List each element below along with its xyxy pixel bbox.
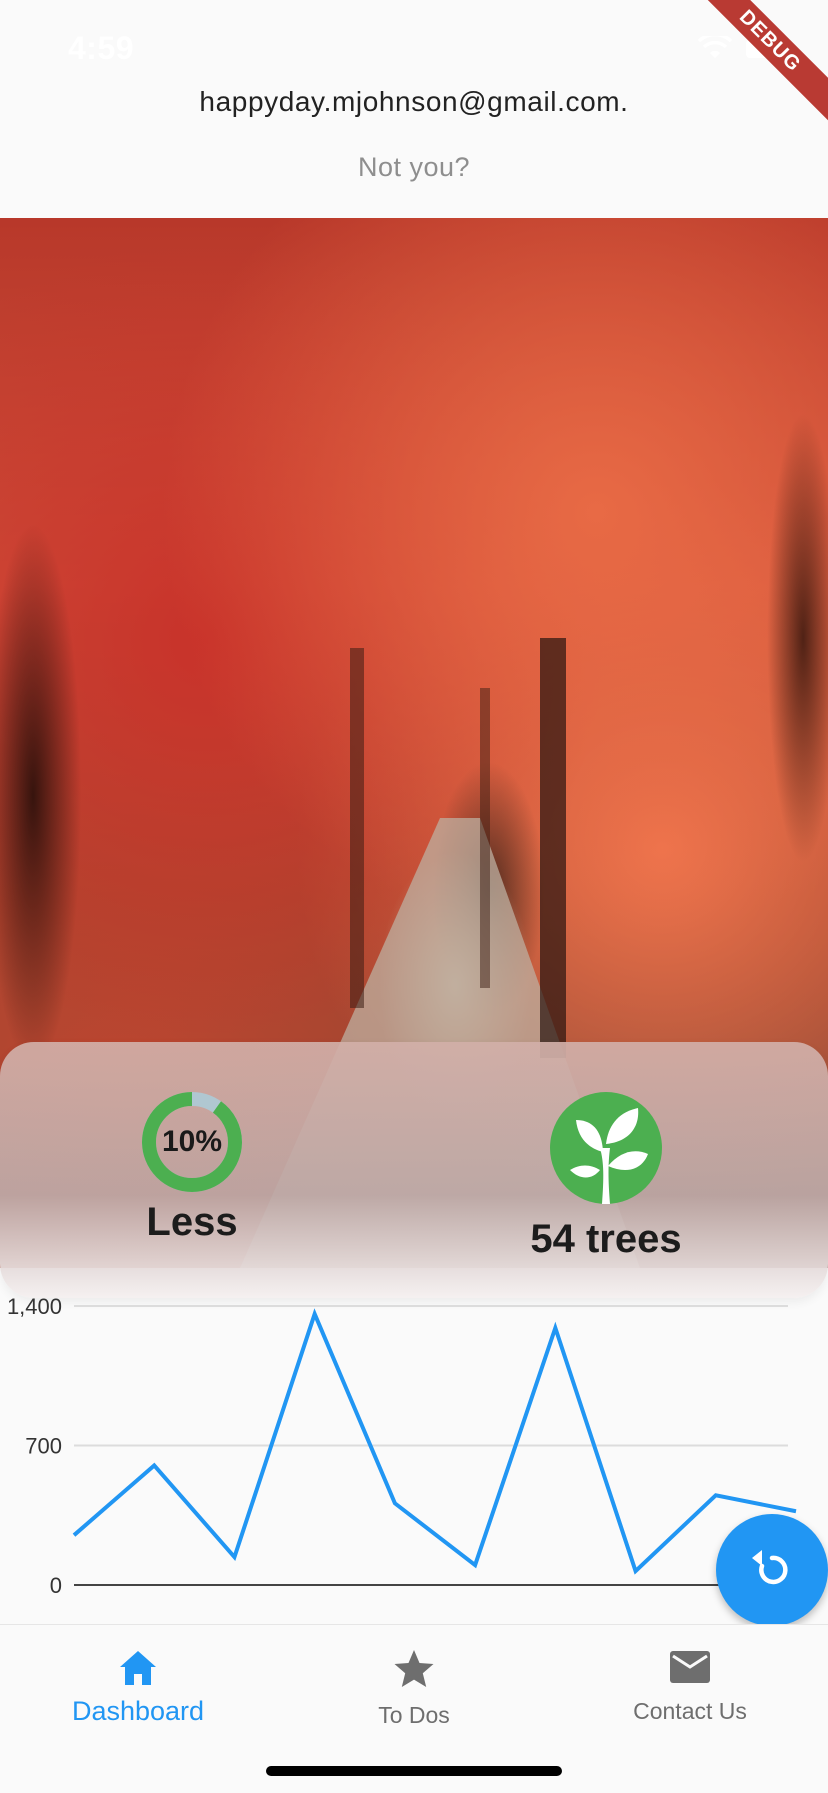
- not-you-link[interactable]: Not you?: [0, 152, 828, 183]
- refresh-icon: [748, 1546, 796, 1594]
- refresh-button[interactable]: [716, 1514, 828, 1626]
- nav-item-dashboard[interactable]: Dashboard: [0, 1649, 276, 1727]
- home-indicator: [266, 1766, 562, 1776]
- nav-item-todos[interactable]: To Dos: [276, 1649, 552, 1729]
- nav-label-contact-us: Contact Us: [552, 1698, 828, 1725]
- reduction-stat: 10% Less: [42, 1090, 342, 1245]
- trees-caption: 54 trees: [456, 1217, 756, 1262]
- y-tick-label: 1,400: [7, 1294, 62, 1319]
- wifi-icon: [698, 36, 732, 60]
- tree-icon: [548, 1090, 664, 1206]
- account-email: happyday.mjohnson@gmail.com.: [0, 86, 828, 118]
- status-time: 4:59: [68, 30, 134, 67]
- mail-icon: [669, 1649, 711, 1685]
- progress-ring: 10%: [140, 1090, 244, 1194]
- percent-caption: Less: [42, 1200, 342, 1245]
- line-chart: 1,400 700 0: [0, 1290, 828, 1616]
- home-icon: [118, 1649, 158, 1687]
- y-tick-label: 700: [25, 1434, 62, 1459]
- trees-stat: 54 trees: [456, 1090, 756, 1262]
- y-tick-label: 0: [50, 1573, 62, 1598]
- nav-label-todos: To Dos: [276, 1702, 552, 1729]
- series-line: [74, 1314, 796, 1571]
- percent-label: 10%: [140, 1090, 244, 1194]
- nav-item-contact-us[interactable]: Contact Us: [552, 1649, 828, 1725]
- star-icon: [393, 1649, 435, 1689]
- nav-label-dashboard: Dashboard: [0, 1696, 276, 1727]
